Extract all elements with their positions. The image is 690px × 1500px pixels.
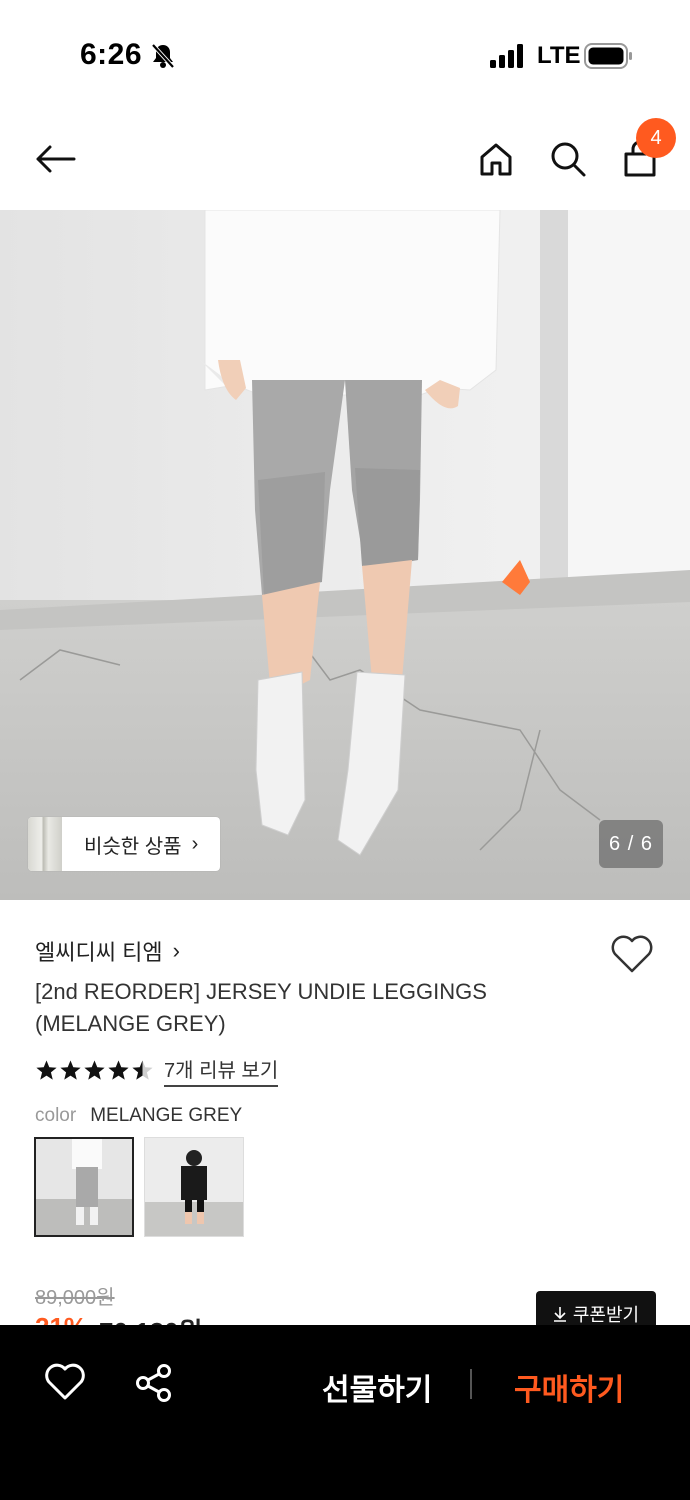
- signal-icon: [490, 44, 523, 68]
- gift-button[interactable]: 선물하기: [322, 1365, 432, 1409]
- bell-slash-icon: [151, 43, 175, 69]
- rating-row: 7개 리뷰 보기: [35, 1054, 279, 1087]
- divider: [470, 1369, 472, 1399]
- search-icon: [551, 142, 586, 177]
- review-link[interactable]: 7개 리뷰 보기: [164, 1054, 279, 1087]
- similar-products-button[interactable]: 비슷한 상품 ›: [28, 817, 220, 871]
- arrow-left-icon: [36, 145, 76, 173]
- star-rating: [35, 1059, 154, 1082]
- home-button[interactable]: [473, 136, 519, 182]
- similar-thumbnail: [28, 817, 62, 871]
- color-swatch-grey[interactable]: [34, 1137, 134, 1237]
- color-row: color MELANGE GREY: [35, 1105, 242, 1127]
- swatch-image: [36, 1139, 132, 1235]
- cart-count-badge: 4: [636, 118, 676, 158]
- swatch-image: [145, 1138, 243, 1236]
- nav-bar: [0, 110, 690, 210]
- brand-name: 엘씨디씨 티엠: [35, 940, 163, 965]
- chevron-right-icon: ›: [191, 832, 199, 855]
- star-icon: [60, 1060, 81, 1080]
- product-title: [2nd REORDER] JERSEY UNDIE LEGGINGS (MEL…: [35, 979, 487, 1036]
- star-icon: [84, 1060, 105, 1080]
- brand-link[interactable]: 엘씨디씨 티엠 ›: [35, 935, 180, 967]
- star-icon: [108, 1060, 129, 1080]
- product-photo: [0, 210, 690, 900]
- original-price: 89,000원: [35, 1287, 115, 1309]
- buy-button[interactable]: 구매하기: [514, 1365, 624, 1409]
- bottom-action-bar: 선물하기 구매하기: [0, 1325, 690, 1500]
- chevron-right-icon: ›: [172, 938, 180, 963]
- product-image[interactable]: [0, 210, 690, 900]
- heart-icon[interactable]: [44, 1361, 86, 1403]
- color-swatch-black[interactable]: [144, 1137, 244, 1237]
- image-page-counter: 6 / 6: [599, 820, 663, 868]
- status-time: 6:26: [80, 38, 143, 71]
- search-button[interactable]: [545, 136, 591, 182]
- color-value: MELANGE GREY: [90, 1105, 243, 1126]
- color-label: color: [35, 1105, 77, 1126]
- star-icon: [36, 1060, 57, 1080]
- similar-products-label: 비슷한 상품: [84, 835, 182, 858]
- status-bar: 6:26 LTE: [0, 0, 690, 110]
- heart-icon[interactable]: [610, 934, 654, 974]
- battery-icon: [584, 43, 632, 69]
- star-icon: [132, 1060, 153, 1080]
- back-button[interactable]: [32, 136, 78, 182]
- coupon-label: 쿠폰받기: [572, 1305, 640, 1325]
- home-icon: [480, 143, 512, 176]
- network-label: LTE: [537, 42, 581, 69]
- download-icon: [553, 1307, 566, 1322]
- share-icon[interactable]: [134, 1363, 174, 1403]
